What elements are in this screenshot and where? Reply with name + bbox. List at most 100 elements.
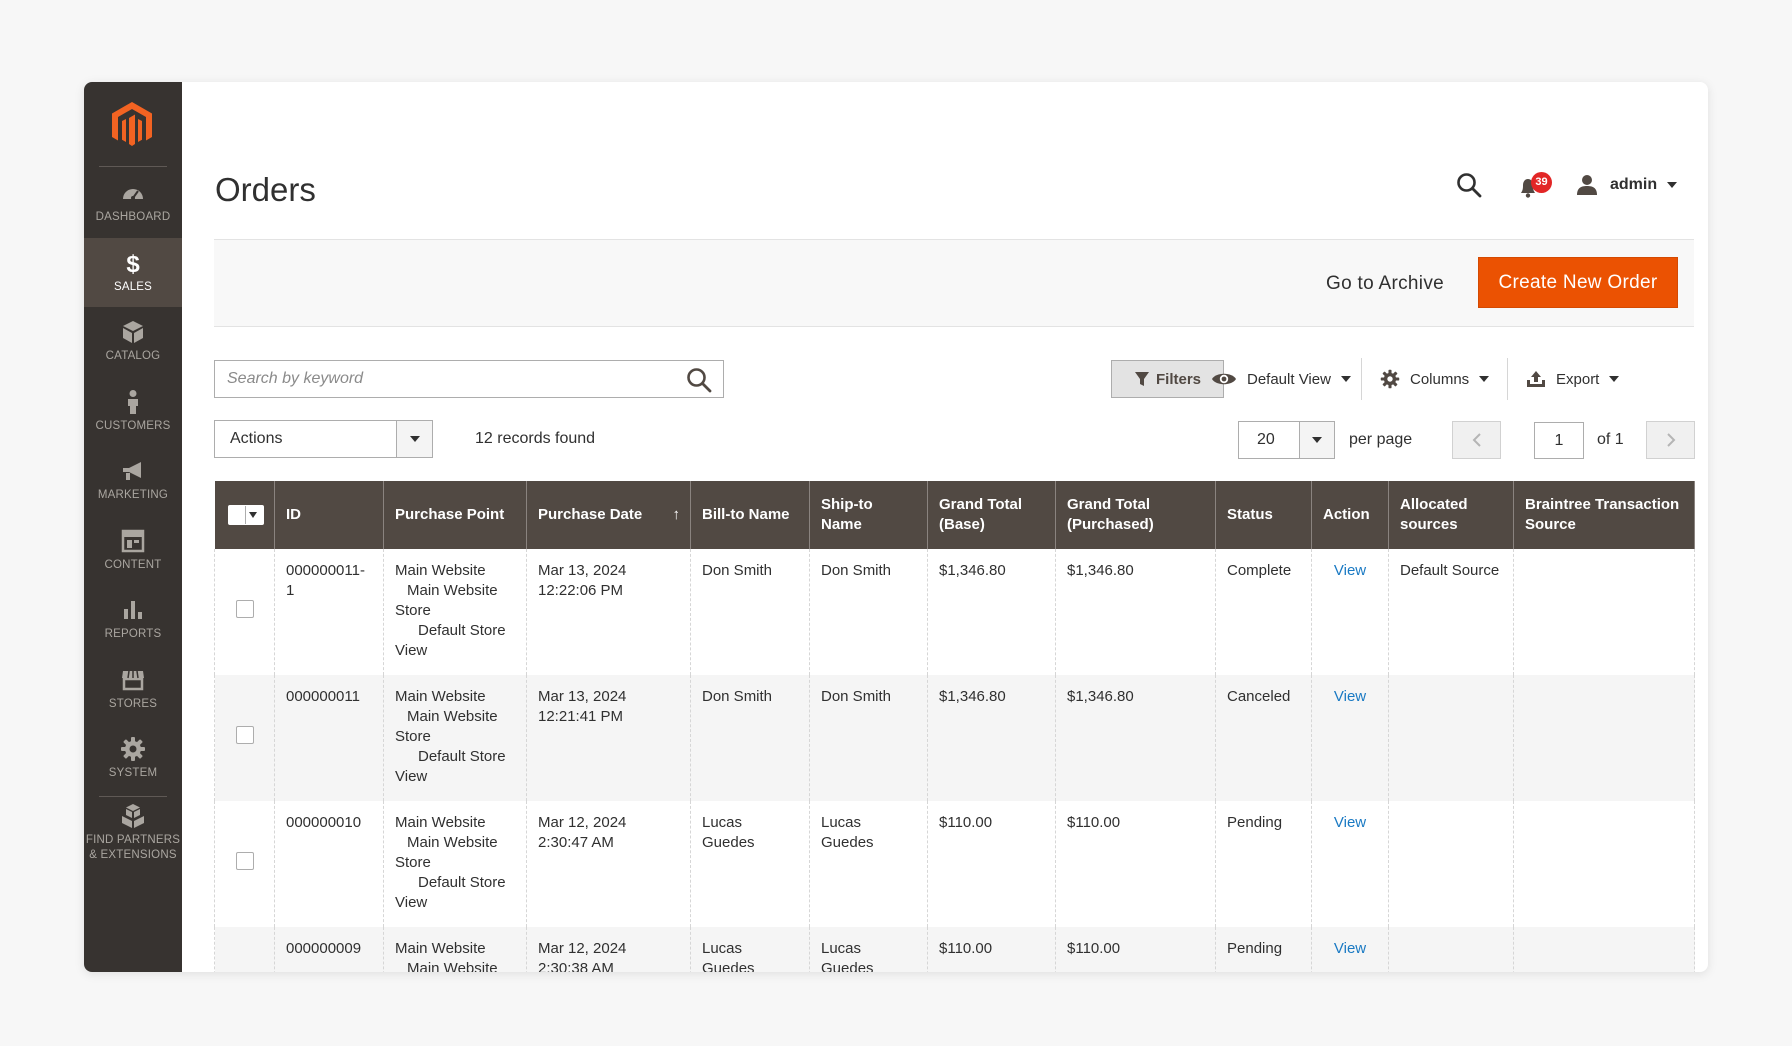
column-header-grand-total-purchased[interactable]: Grand Total (Purchased) [1055,481,1216,549]
notifications-count-badge[interactable]: 39 [1531,172,1552,193]
purchase-point-store-view: Default Store [418,748,506,765]
table-row[interactable]: 000000010 Main Website Main Website Stor… [214,801,1695,927]
grid-header-row: ID Purchase Point Purchase Date ↑ Bill-t… [214,481,1695,549]
order-id: 000000011-1 [274,549,384,675]
toolbar-divider [1507,358,1508,400]
sidebar-item-label: Dashboard [95,211,171,224]
allocated-sources [1388,801,1514,927]
grand-total-purchased: $110.00 [1055,801,1216,927]
per-page-select[interactable]: 20 [1238,421,1335,459]
purchase-date: Mar 13, 2024 12:21:41 PM [526,675,691,801]
order-id: 000000011 [274,675,384,801]
column-header-bill-to-name[interactable]: Bill-to Name [690,481,810,549]
table-row[interactable]: 000000011-1 Main Website Main Website St… [214,549,1695,675]
search-input[interactable] [215,361,675,397]
sidebar-item-system[interactable]: System [84,724,182,794]
search-icon[interactable] [685,366,713,394]
column-header-purchase-point[interactable]: Purchase Point [383,481,527,549]
records-found-count: 12 records found [475,430,596,447]
column-header-braintree-source[interactable]: Braintree Transaction Source [1513,481,1695,549]
mass-actions-select[interactable]: Actions [214,420,433,458]
page-number-input[interactable] [1534,422,1584,459]
mass-select-header [214,481,275,549]
chevron-down-icon [1340,376,1351,382]
purchase-point-store-suffix: Store [395,854,431,871]
column-header-id[interactable]: ID [274,481,384,549]
purchase-point-website: Main Website [395,940,486,957]
braintree-source [1513,675,1695,801]
sidebar-item-sales[interactable]: $ Sales [84,237,182,307]
sidebar-item-customers[interactable]: Customers [84,377,182,447]
per-page-value: 20 [1257,431,1275,448]
order-status: Canceled [1215,675,1312,801]
view-order-link[interactable]: View [1334,688,1366,705]
dashboard-icon [123,189,143,201]
grand-total-purchased: $1,346.80 [1055,675,1216,801]
previous-page-button[interactable] [1452,421,1501,459]
sidebar-item-label: Content [104,558,162,571]
default-view-dropdown[interactable]: Default View [1211,360,1351,398]
sidebar-item-find-partners[interactable]: Find Partners & Extensions [84,799,182,869]
sidebar-item-label: System [108,767,158,780]
next-page-button[interactable] [1646,421,1695,459]
table-row[interactable]: 000000011 Main Website Main Website Stor… [214,675,1695,801]
sidebar-item-label: & Extensions [89,849,177,862]
user-account-menu[interactable]: admin [1576,170,1678,200]
person-icon [128,389,138,414]
table-row[interactable]: 000000009 Main Website Main Website Mar … [214,927,1695,972]
row-select-cell [214,801,275,927]
purchase-point-view-suffix: View [395,642,428,659]
cube-icon [123,321,143,344]
sidebar-item-dashboard[interactable]: Dashboard [84,168,182,238]
columns-dropdown[interactable]: Columns [1380,360,1490,398]
page-actions-bar: Go to Archive Create New Order [214,239,1694,327]
page-title: Orders [215,171,316,208]
sidebar-item-catalog[interactable]: Catalog [84,307,182,377]
filters-button[interactable]: Filters [1111,360,1224,398]
grand-total-base: $110.00 [927,927,1056,972]
sidebar-item-reports[interactable]: Reports [84,585,182,655]
view-order-link[interactable]: View [1334,940,1366,957]
purchase-point-website: Main Website [395,814,486,831]
action-cell: View [1311,549,1389,675]
toolbar-divider [1361,358,1362,400]
go-to-archive-button[interactable]: Go to Archive [1326,266,1444,302]
column-header-status[interactable]: Status [1215,481,1312,549]
order-status: Pending [1215,927,1312,972]
column-header-purchase-date[interactable]: Purchase Date ↑ [526,481,691,549]
allocated-sources [1388,675,1514,801]
purchase-date: Mar 12, 2024 2:30:47 AM [526,801,691,927]
user-name: admin [1610,176,1658,193]
sidebar-item-marketing[interactable]: Marketing [84,446,182,516]
ship-to-name: Lucas Guedes [809,927,928,972]
column-header-allocated-sources[interactable]: Allocated sources [1388,481,1514,549]
row-checkbox[interactable] [235,852,254,870]
bill-to-name: Don Smith [690,675,810,801]
chevron-down-icon [1299,422,1334,458]
magento-logo-icon[interactable] [109,100,155,150]
export-dropdown[interactable]: Export [1526,360,1620,398]
keyword-search [214,360,724,398]
view-order-link[interactable]: View [1334,814,1366,831]
boxes-icon [122,804,144,829]
row-checkbox[interactable] [235,726,254,744]
mass-select-checkbox[interactable] [227,505,264,525]
grand-total-base: $110.00 [927,801,1056,927]
sidebar-item-stores[interactable]: Stores [84,655,182,725]
row-checkbox[interactable] [235,600,254,618]
svg-text:$: $ [126,251,140,276]
sidebar-item-content[interactable]: Content [84,516,182,586]
export-upload-icon [1527,371,1545,387]
bill-to-name: Lucas Guedes [690,801,810,927]
select-all-checkbox[interactable] [228,506,246,524]
view-order-link[interactable]: View [1334,562,1366,579]
bar-chart-icon [124,601,142,620]
column-header-grand-total-base[interactable]: Grand Total (Base) [927,481,1056,549]
dollar-icon: $ [126,251,140,276]
create-new-order-button[interactable]: Create New Order [1478,257,1678,308]
global-search-icon[interactable] [1454,170,1484,200]
column-header-ship-to-name[interactable]: Ship-to Name [809,481,928,549]
purchase-point-view-suffix: View [395,894,428,911]
purchase-point-store: Main Website [407,708,498,725]
megaphone-icon [123,462,141,481]
